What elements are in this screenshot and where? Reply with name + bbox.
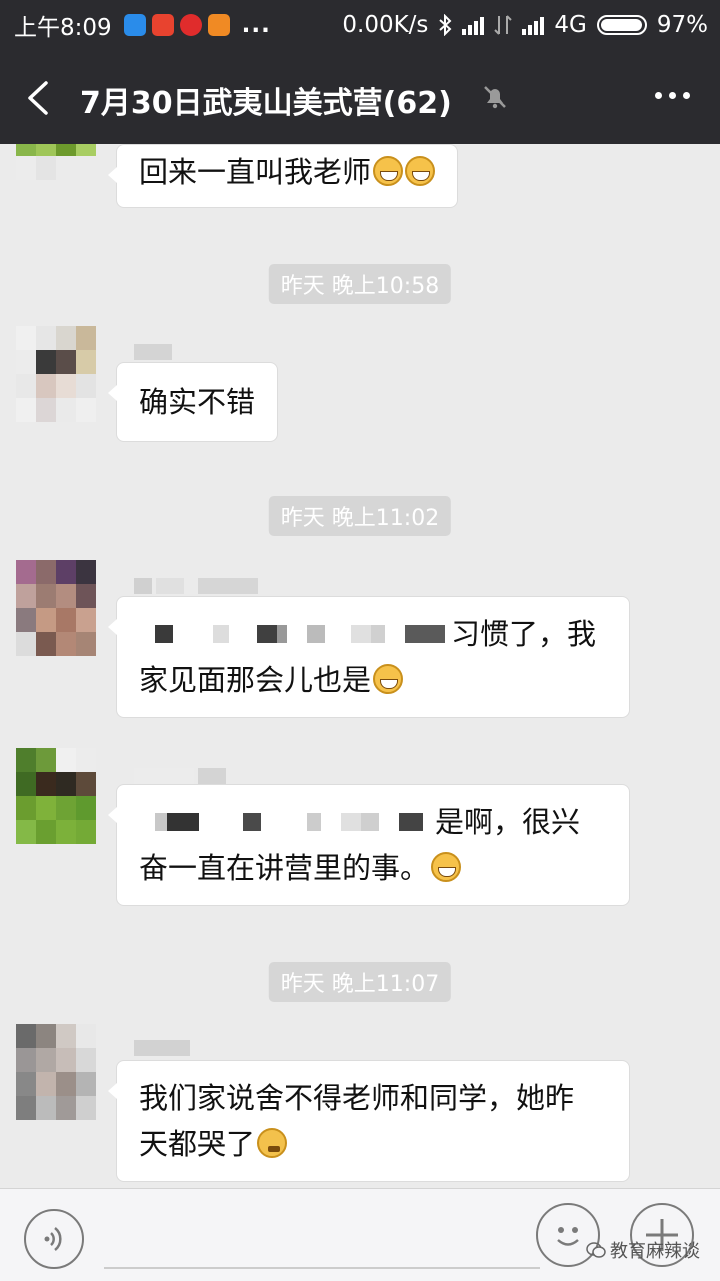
- message-text: 天都哭了: [139, 1127, 256, 1161]
- grinning-emoji-icon: [373, 156, 404, 186]
- message-bubble[interactable]: 确实不错: [107, 362, 279, 442]
- data-transfer-icon: [494, 15, 513, 35]
- thinking-emoji-icon: [257, 1128, 288, 1158]
- watermark-text: 教育麻辣谈: [610, 1241, 700, 1262]
- app-notification-icon: [179, 14, 202, 36]
- network-type: 4G: [554, 12, 587, 38]
- avatar[interactable]: [16, 748, 96, 844]
- avatar[interactable]: [16, 326, 96, 422]
- grinning-emoji-icon: [431, 852, 462, 882]
- message-input[interactable]: [104, 1267, 540, 1269]
- message-text: 家见面那会儿也是: [139, 663, 372, 697]
- message-bubble[interactable]: 回来一直叫我老师: [107, 144, 459, 208]
- mute-icon: [484, 86, 506, 109]
- watermark: 教育麻辣谈: [586, 1237, 700, 1263]
- redacted-text: 习惯了，我: [139, 611, 607, 657]
- voice-icon: [44, 1227, 62, 1251]
- voice-input-button[interactable]: [24, 1209, 84, 1269]
- sender-name-pixelated: [134, 1040, 190, 1056]
- chat-area[interactable]: 回来一直叫我老师 昨天 晚上10:58 确实不错 昨天 晚上11:02 习惯了，…: [0, 144, 720, 1188]
- timestamp: 昨天 晚上11:02: [268, 496, 452, 536]
- message-text: 确实不错: [139, 385, 256, 419]
- avatar[interactable]: [16, 560, 96, 656]
- timestamp: 昨天 晚上11:07: [268, 962, 452, 1002]
- signal-icon-2: [522, 15, 545, 35]
- more-icon[interactable]: [655, 92, 690, 99]
- status-bar: 上午8:09 ... 0.00K/s 4G 97%: [0, 0, 720, 50]
- message-text: 习惯了，我: [451, 617, 597, 651]
- battery-level: [600, 19, 642, 31]
- app-notification-icon: [151, 14, 174, 36]
- bluetooth-icon: [439, 14, 452, 36]
- chat-title: 7月30日武夷山美式营(62): [80, 86, 452, 121]
- app-notification-icon: [123, 14, 146, 36]
- chat-header: 7月30日武夷山美式营(62): [0, 50, 720, 144]
- wechat-logo-icon: [586, 1242, 606, 1258]
- sender-name-pixelated: [134, 578, 258, 594]
- battery-percent: 97%: [656, 12, 708, 38]
- back-icon[interactable]: [24, 80, 54, 116]
- message-text: 回来一直叫我老师: [139, 155, 372, 189]
- timestamp: 昨天 晚上10:58: [268, 264, 452, 304]
- app-notification-icon: [207, 14, 230, 36]
- message-bubble[interactable]: 我们家说舍不得老师和同学，她昨 天都哭了: [108, 1060, 630, 1182]
- avatar[interactable]: [16, 144, 96, 180]
- sender-name-pixelated: [134, 344, 172, 360]
- more-notifications-indicator: ...: [241, 12, 271, 38]
- grinning-emoji-icon: [405, 156, 436, 186]
- signal-icon: [462, 15, 485, 35]
- grinning-emoji-icon: [373, 664, 404, 694]
- sender-name-pixelated: [134, 768, 226, 784]
- avatar[interactable]: [16, 1024, 96, 1120]
- status-time: 上午8:09: [14, 15, 112, 41]
- input-bar: 教育麻辣谈: [0, 1188, 720, 1281]
- message-bubble[interactable]: 是啊，很兴 奋一直在讲营里的事。: [108, 784, 630, 906]
- battery-icon: [596, 15, 647, 35]
- notification-icons: ...: [123, 12, 271, 38]
- message-text: 我们家说舍不得老师和同学，她昨: [139, 1081, 575, 1115]
- message-text: 奋一直在讲营里的事。: [139, 851, 430, 885]
- net-speed: 0.00K/s: [342, 12, 429, 38]
- message-bubble[interactable]: 习惯了，我 家见面那会儿也是: [108, 596, 630, 718]
- redacted-text: 是啊，很兴: [139, 799, 607, 845]
- message-text: 是啊，很兴: [435, 805, 581, 839]
- status-right: 0.00K/s 4G 97%: [342, 0, 708, 50]
